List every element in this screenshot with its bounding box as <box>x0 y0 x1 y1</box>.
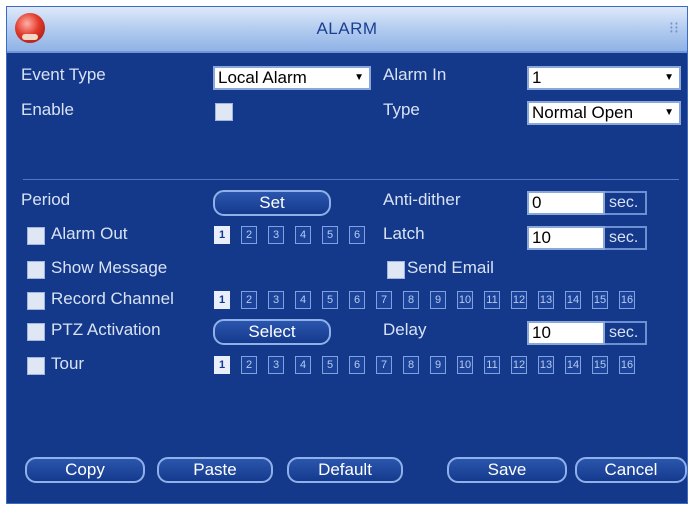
alarm-in-select[interactable]: 1 ▼ <box>527 66 681 90</box>
tour-channel-14[interactable]: 14 <box>565 356 581 374</box>
tour-channel-10[interactable]: 10 <box>457 356 473 374</box>
tour-channel-6[interactable]: 6 <box>349 356 365 374</box>
tour-channel-2[interactable]: 2 <box>241 356 257 374</box>
close-icon[interactable]: ⁝⁝ <box>669 18 679 38</box>
record-channel-6[interactable]: 6 <box>349 291 365 309</box>
delay-label: Delay <box>383 320 427 339</box>
tour-channel-5[interactable]: 5 <box>322 356 338 374</box>
set-button[interactable]: Set <box>213 190 331 216</box>
alarm-out-label: Alarm Out <box>51 224 128 243</box>
select-button[interactable]: Select <box>213 319 331 345</box>
record-channel-15[interactable]: 15 <box>592 291 608 309</box>
tour-channel-11[interactable]: 11 <box>484 356 500 374</box>
record-channel-5[interactable]: 5 <box>322 291 338 309</box>
delay-input[interactable]: 10 <box>527 321 605 345</box>
event-type-select[interactable]: Local Alarm ▼ <box>213 66 371 90</box>
record-channels: 1 2 3 4 5 6 7 8 9 10 11 12 13 14 15 16 <box>214 291 644 311</box>
record-channel-10[interactable]: 10 <box>457 291 473 309</box>
record-channel-13[interactable]: 13 <box>538 291 554 309</box>
send-email-label: Send Email <box>407 258 494 277</box>
paste-button[interactable]: Paste <box>157 457 273 483</box>
enable-checkbox[interactable] <box>215 103 233 121</box>
record-channel-label: Record Channel <box>51 289 174 308</box>
tour-channel-7[interactable]: 7 <box>376 356 392 374</box>
delay-unit: sec. <box>605 321 647 345</box>
tour-channel-13[interactable]: 13 <box>538 356 554 374</box>
alarm-out-channel-4[interactable]: 4 <box>295 226 311 244</box>
latch-input[interactable]: 10 <box>527 226 605 250</box>
tour-checkbox[interactable] <box>27 357 45 375</box>
anti-dither-input[interactable]: 0 <box>527 191 605 215</box>
tour-channel-8[interactable]: 8 <box>403 356 419 374</box>
record-channel-12[interactable]: 12 <box>511 291 527 309</box>
period-label: Period <box>21 190 71 209</box>
latch-label: Latch <box>383 224 425 243</box>
alarm-out-channel-6[interactable]: 6 <box>349 226 365 244</box>
record-channel-2[interactable]: 2 <box>241 291 257 309</box>
type-value: Normal Open <box>532 103 634 122</box>
tour-channel-9[interactable]: 9 <box>430 356 446 374</box>
record-channel-14[interactable]: 14 <box>565 291 581 309</box>
enable-label: Enable <box>21 100 74 119</box>
alarm-out-channel-1[interactable]: 1 <box>214 226 230 244</box>
type-label: Type <box>383 100 420 119</box>
record-channel-7[interactable]: 7 <box>376 291 392 309</box>
tour-channel-3[interactable]: 3 <box>268 356 284 374</box>
alarm-window: ALARM ⁝⁝ Event Type Local Alarm ▼ Alarm … <box>6 6 688 504</box>
latch-unit: sec. <box>605 226 647 250</box>
default-button[interactable]: Default <box>287 457 403 483</box>
anti-dither-unit: sec. <box>605 191 647 215</box>
record-channel-11[interactable]: 11 <box>484 291 500 309</box>
alarm-in-value: 1 <box>532 68 542 87</box>
send-email-checkbox[interactable] <box>387 261 405 279</box>
tour-channels: 1 2 3 4 5 6 7 8 9 10 11 12 13 14 15 16 <box>214 356 644 376</box>
record-channel-8[interactable]: 8 <box>403 291 419 309</box>
event-type-label: Event Type <box>21 65 106 84</box>
ptz-activation-label: PTZ Activation <box>51 320 161 339</box>
tour-channel-1[interactable]: 1 <box>214 356 230 374</box>
show-message-label: Show Message <box>51 258 168 277</box>
anti-dither-label: Anti-dither <box>383 190 461 209</box>
record-channel-16[interactable]: 16 <box>619 291 635 309</box>
record-channel-3[interactable]: 3 <box>268 291 284 309</box>
chevron-down-icon: ▼ <box>664 107 674 118</box>
tour-channel-16[interactable]: 16 <box>619 356 635 374</box>
alarm-out-channel-5[interactable]: 5 <box>322 226 338 244</box>
event-type-value: Local Alarm <box>218 68 307 87</box>
show-message-checkbox[interactable] <box>27 261 45 279</box>
alarm-out-checkbox[interactable] <box>27 227 45 245</box>
record-channel-9[interactable]: 9 <box>430 291 446 309</box>
cancel-button[interactable]: Cancel <box>575 457 687 483</box>
record-channel-1[interactable]: 1 <box>214 291 230 309</box>
title-bar: ALARM ⁝⁝ <box>7 7 687 53</box>
chevron-down-icon: ▼ <box>664 72 674 83</box>
window-title: ALARM <box>316 19 378 38</box>
alarm-out-channels: 123456 <box>214 226 374 246</box>
save-button[interactable]: Save <box>447 457 567 483</box>
record-channel-checkbox[interactable] <box>27 292 45 310</box>
ptz-activation-checkbox[interactable] <box>27 323 45 341</box>
tour-channel-12[interactable]: 12 <box>511 356 527 374</box>
section-divider <box>23 179 679 180</box>
record-channel-4[interactable]: 4 <box>295 291 311 309</box>
copy-button[interactable]: Copy <box>25 457 145 483</box>
alarm-out-channel-2[interactable]: 2 <box>241 226 257 244</box>
chevron-down-icon: ▼ <box>354 72 364 83</box>
tour-label: Tour <box>51 354 85 373</box>
type-select[interactable]: Normal Open ▼ <box>527 101 681 125</box>
tour-channel-15[interactable]: 15 <box>592 356 608 374</box>
alarm-in-label: Alarm In <box>383 65 447 84</box>
tour-channel-4[interactable]: 4 <box>295 356 311 374</box>
alarm-out-channel-3[interactable]: 3 <box>268 226 284 244</box>
